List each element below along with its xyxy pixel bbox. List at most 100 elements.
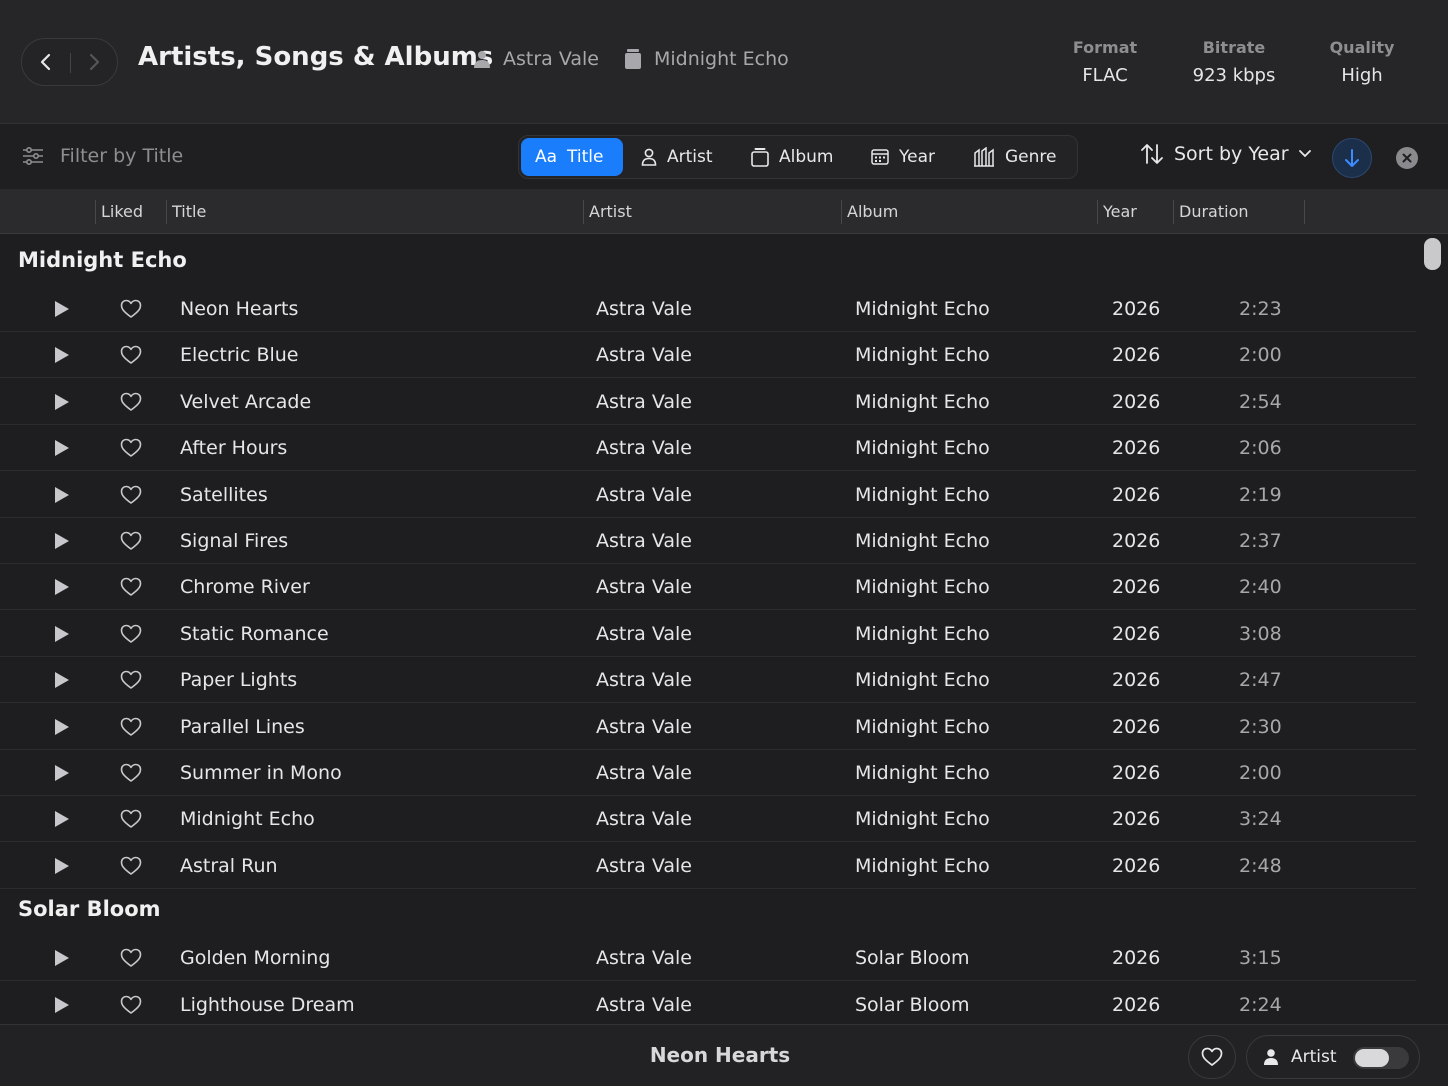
cell-artist: Astra Vale <box>596 808 692 831</box>
play-button[interactable] <box>54 532 70 554</box>
play-button[interactable] <box>54 857 70 879</box>
column-liked[interactable]: Liked <box>101 202 143 221</box>
play-button[interactable] <box>54 346 70 368</box>
forward-button[interactable] <box>78 46 110 78</box>
breadcrumb-artist[interactable]: Astra Vale <box>473 48 599 70</box>
play-button[interactable] <box>54 718 70 740</box>
column-divider <box>1173 200 1174 224</box>
like-button[interactable] <box>120 763 142 787</box>
play-button[interactable] <box>54 300 70 322</box>
like-button[interactable] <box>120 717 142 741</box>
like-button[interactable] <box>120 577 142 601</box>
breadcrumb-album[interactable]: Midnight Echo <box>624 48 789 70</box>
like-button[interactable] <box>120 809 142 833</box>
cell-artist: Astra Vale <box>596 530 692 552</box>
like-button[interactable] <box>120 299 142 323</box>
cell-duration: 2:54 <box>1239 390 1282 413</box>
song-row[interactable]: Electric Blue Astra Vale Midnight Echo 2026… <box>0 332 1416 379</box>
song-list[interactable]: Midnight Echo Neon Hearts Astra Vale Midnig… <box>0 234 1448 1024</box>
column-album[interactable]: Album <box>847 202 898 221</box>
segment-artist[interactable]: Artist <box>627 138 727 176</box>
format-value: FLAC <box>1082 65 1128 86</box>
cell-title: Midnight Echo <box>180 808 315 831</box>
like-current-button[interactable] <box>1188 1035 1236 1079</box>
segment-year[interactable]: Year <box>857 138 949 176</box>
clear-filter-button[interactable] <box>1396 147 1418 169</box>
group-header: Solar Bloom <box>18 897 161 922</box>
song-row[interactable]: Velvet Arcade Astra Vale Midnight Echo 2026… <box>0 379 1416 425</box>
column-year[interactable]: Year <box>1103 202 1137 221</box>
artist-toggle[interactable]: Artist <box>1246 1035 1420 1079</box>
song-row[interactable]: Satellites Astra Vale Midnight Echo 2026 2:1… <box>0 472 1416 518</box>
cell-year: 2026 <box>1112 808 1161 831</box>
song-row[interactable]: Midnight Echo Astra Vale Midnight Echo 2026… <box>0 796 1416 843</box>
artist-toggle-switch[interactable] <box>1353 1047 1409 1069</box>
play-button[interactable] <box>54 625 70 647</box>
back-button[interactable] <box>30 46 62 78</box>
song-row[interactable]: Signal Fires Astra Vale Midnight Echo 2026 2… <box>0 518 1416 564</box>
cell-duration: 2:19 <box>1239 483 1282 506</box>
heart-icon <box>120 346 142 365</box>
cell-album: Midnight Echo <box>855 715 990 738</box>
song-row[interactable]: Chrome River Astra Vale Midnight Echo 2026 2… <box>0 564 1416 611</box>
like-button[interactable] <box>120 948 142 972</box>
play-button[interactable] <box>54 996 70 1018</box>
cell-duration: 2:23 <box>1239 298 1282 320</box>
like-button[interactable] <box>120 438 142 462</box>
like-button[interactable] <box>120 856 142 880</box>
cell-duration: 2:48 <box>1239 854 1282 877</box>
filter-field[interactable]: Filter by Title <box>22 145 183 167</box>
song-row[interactable]: Lighthouse Dream Astra Vale Solar Bloom 202… <box>0 982 1416 1024</box>
song-row[interactable]: Static Romance Astra Vale Midnight Echo 202… <box>0 611 1416 657</box>
song-row[interactable]: Parallel Lines Astra Vale Midnight Echo 202… <box>0 704 1416 750</box>
like-button[interactable] <box>120 531 142 555</box>
cell-duration: 2:00 <box>1239 762 1282 784</box>
like-button[interactable] <box>120 485 142 509</box>
segment-title[interactable]: Aa Title <box>521 138 623 176</box>
segment-genre[interactable]: Genre <box>959 138 1070 176</box>
play-button[interactable] <box>54 439 70 461</box>
play-icon <box>55 672 69 689</box>
filter-field-selector: Aa Title Artist Album Year Genre <box>518 135 1078 179</box>
column-artist[interactable]: Artist <box>589 202 632 221</box>
play-button[interactable] <box>54 671 70 693</box>
cell-album: Midnight Echo <box>855 390 990 413</box>
song-row[interactable]: Astral Run Astra Vale Midnight Echo 2026 2:4… <box>0 843 1416 889</box>
segment-album[interactable]: Album <box>737 138 847 176</box>
cell-artist: Astra Vale <box>596 483 692 506</box>
segment-album-label: Album <box>779 147 834 167</box>
segment-year-label: Year <box>899 147 935 167</box>
heart-icon <box>120 485 142 504</box>
play-button[interactable] <box>54 949 70 971</box>
breadcrumb-album-label: Midnight Echo <box>654 48 789 70</box>
play-button[interactable] <box>54 578 70 600</box>
play-button[interactable] <box>54 393 70 415</box>
play-button[interactable] <box>54 486 70 508</box>
play-button[interactable] <box>54 810 70 832</box>
like-button[interactable] <box>120 345 142 369</box>
song-row[interactable]: Golden Morning Astra Vale Solar Bloom 2026 3… <box>0 935 1416 982</box>
like-button[interactable] <box>120 624 142 648</box>
scrollbar-thumb[interactable] <box>1424 238 1441 270</box>
song-row[interactable]: Paper Lights Astra Vale Midnight Echo 2026 2… <box>0 657 1416 704</box>
like-button[interactable] <box>120 995 142 1019</box>
close-icon <box>1402 153 1412 163</box>
chevron-left-icon <box>40 53 51 71</box>
heart-icon <box>1201 1047 1223 1066</box>
column-title[interactable]: Title <box>172 202 206 221</box>
calendar-icon <box>871 149 889 165</box>
cell-album: Midnight Echo <box>855 669 990 692</box>
song-row[interactable]: After Hours Astra Vale Midnight Echo 2026 2:… <box>0 425 1416 472</box>
artist-toggle-label: Artist <box>1291 1047 1337 1067</box>
song-row[interactable]: Neon Hearts Astra Vale Midnight Echo 2026 2:… <box>0 286 1416 332</box>
like-button[interactable] <box>120 670 142 694</box>
heart-icon <box>120 856 142 875</box>
sort-direction-button[interactable] <box>1332 138 1372 178</box>
column-duration[interactable]: Duration <box>1179 202 1249 221</box>
song-row[interactable]: Summer in Mono Astra Vale Midnight Echo 202… <box>0 750 1416 796</box>
play-icon <box>55 486 69 503</box>
like-button[interactable] <box>120 392 142 416</box>
sort-menu[interactable]: Sort by Year <box>1140 143 1311 165</box>
play-button[interactable] <box>54 764 70 786</box>
cell-year: 2026 <box>1112 622 1161 645</box>
